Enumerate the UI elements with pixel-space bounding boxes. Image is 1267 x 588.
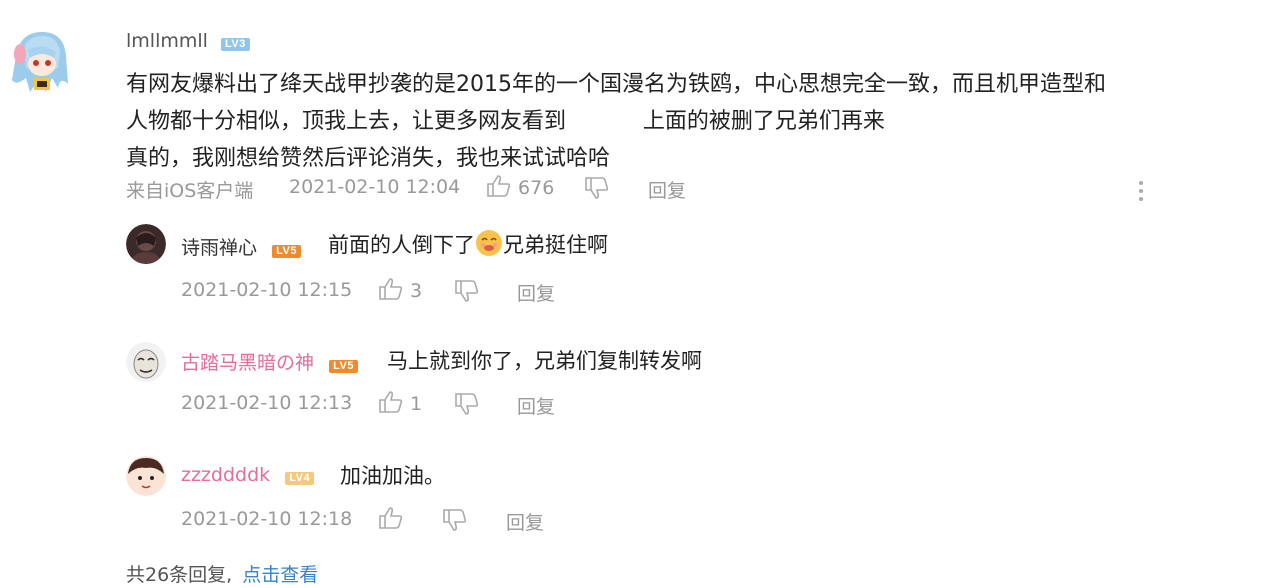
comment-header: lmllmmll LV3 <box>126 30 250 52</box>
level-badge: LV5 <box>329 360 358 373</box>
comment-line: 真的，我刚想给赞然后评论消失，我也来试试哈哈 <box>126 146 611 171</box>
dislike-button[interactable] <box>454 392 480 420</box>
avatar[interactable] <box>126 456 166 496</box>
dislike-button[interactable] <box>584 176 610 204</box>
avatar[interactable] <box>126 224 166 264</box>
like-count: 3 <box>410 280 423 302</box>
view-more-link[interactable]: 点击查看 <box>242 564 318 586</box>
level-badge: LV5 <box>272 245 301 258</box>
reply-username[interactable]: 古踏马黑暗の神 <box>181 352 314 374</box>
like-button[interactable] <box>378 506 404 535</box>
avatar[interactable] <box>126 342 166 382</box>
comment-line: 有网友爆料出了绛天战甲抄袭的是2015年的一个国漫名为铁鸥，中心思想完全一致，而… <box>126 72 1106 97</box>
reply-text-part: 前面的人倒下了 <box>328 233 475 257</box>
comment-meta: 来自iOS客户端 <box>126 176 253 203</box>
more-options-icon[interactable] <box>1136 180 1146 206</box>
thumbs-up-icon <box>486 174 512 203</box>
reply-button[interactable]: 回复 <box>648 176 686 203</box>
comment-line: 人物都十分相似，顶我上去，让更多网友看到 上面的被删了兄弟们再来 <box>126 109 885 134</box>
reply-text: 加油加油。 <box>340 464 445 488</box>
level-badge: LV3 <box>221 38 250 51</box>
reply-button[interactable]: 回复 <box>517 392 555 419</box>
comment-source: 来自iOS客户端 <box>126 180 254 202</box>
comment-username[interactable]: lmllmmll <box>126 30 208 52</box>
reply-text-part: 兄弟挺住啊 <box>503 233 608 257</box>
level-badge: LV4 <box>285 472 315 485</box>
like-count: 1 <box>410 393 423 415</box>
reply-header: zzzddddk LV4 <box>181 464 315 486</box>
replies-footer: 共26条回复, 点击查看 <box>126 560 318 587</box>
reply-total: 共26条回复, <box>126 564 233 586</box>
like-button[interactable]: 1 <box>378 390 422 419</box>
like-button[interactable]: 3 <box>378 277 422 306</box>
reply-time: 2021-02-10 12:13 <box>181 392 353 414</box>
reply-time: 2021-02-10 12:15 <box>181 279 353 301</box>
reply-button[interactable]: 回复 <box>506 508 544 535</box>
reply-username[interactable]: zzzddddk <box>181 464 270 486</box>
thumbs-down-icon <box>442 508 468 536</box>
reply-text: 前面的人倒下了 兄弟挺住啊 <box>328 229 608 259</box>
dislike-button[interactable] <box>442 508 468 536</box>
avatar[interactable] <box>6 26 74 106</box>
dislike-button[interactable] <box>454 279 480 307</box>
like-button[interactable]: 676 <box>486 174 554 203</box>
thumbs-up-icon <box>378 277 404 306</box>
thumbs-up-icon <box>378 506 404 535</box>
comment-text: 有网友爆料出了绛天战甲抄袭的是2015年的一个国漫名为铁鸥，中心思想完全一致，而… <box>126 66 1186 177</box>
comment-time: 2021-02-10 12:04 <box>289 176 461 198</box>
reply-time: 2021-02-10 12:18 <box>181 508 353 530</box>
thumbs-down-icon <box>584 176 610 204</box>
reply-header: 诗雨禅心 LV5 <box>181 233 301 260</box>
reply-button[interactable]: 回复 <box>517 279 555 306</box>
emoji-icon <box>475 230 503 257</box>
thumbs-down-icon <box>454 279 480 307</box>
reply-text: 马上就到你了，兄弟们复制转发啊 <box>387 349 702 373</box>
thumbs-up-icon <box>378 390 404 419</box>
thumbs-down-icon <box>454 392 480 420</box>
reply-username[interactable]: 诗雨禅心 <box>181 237 257 259</box>
like-count: 676 <box>518 177 555 199</box>
reply-header: 古踏马黑暗の神 LV5 <box>181 348 358 375</box>
